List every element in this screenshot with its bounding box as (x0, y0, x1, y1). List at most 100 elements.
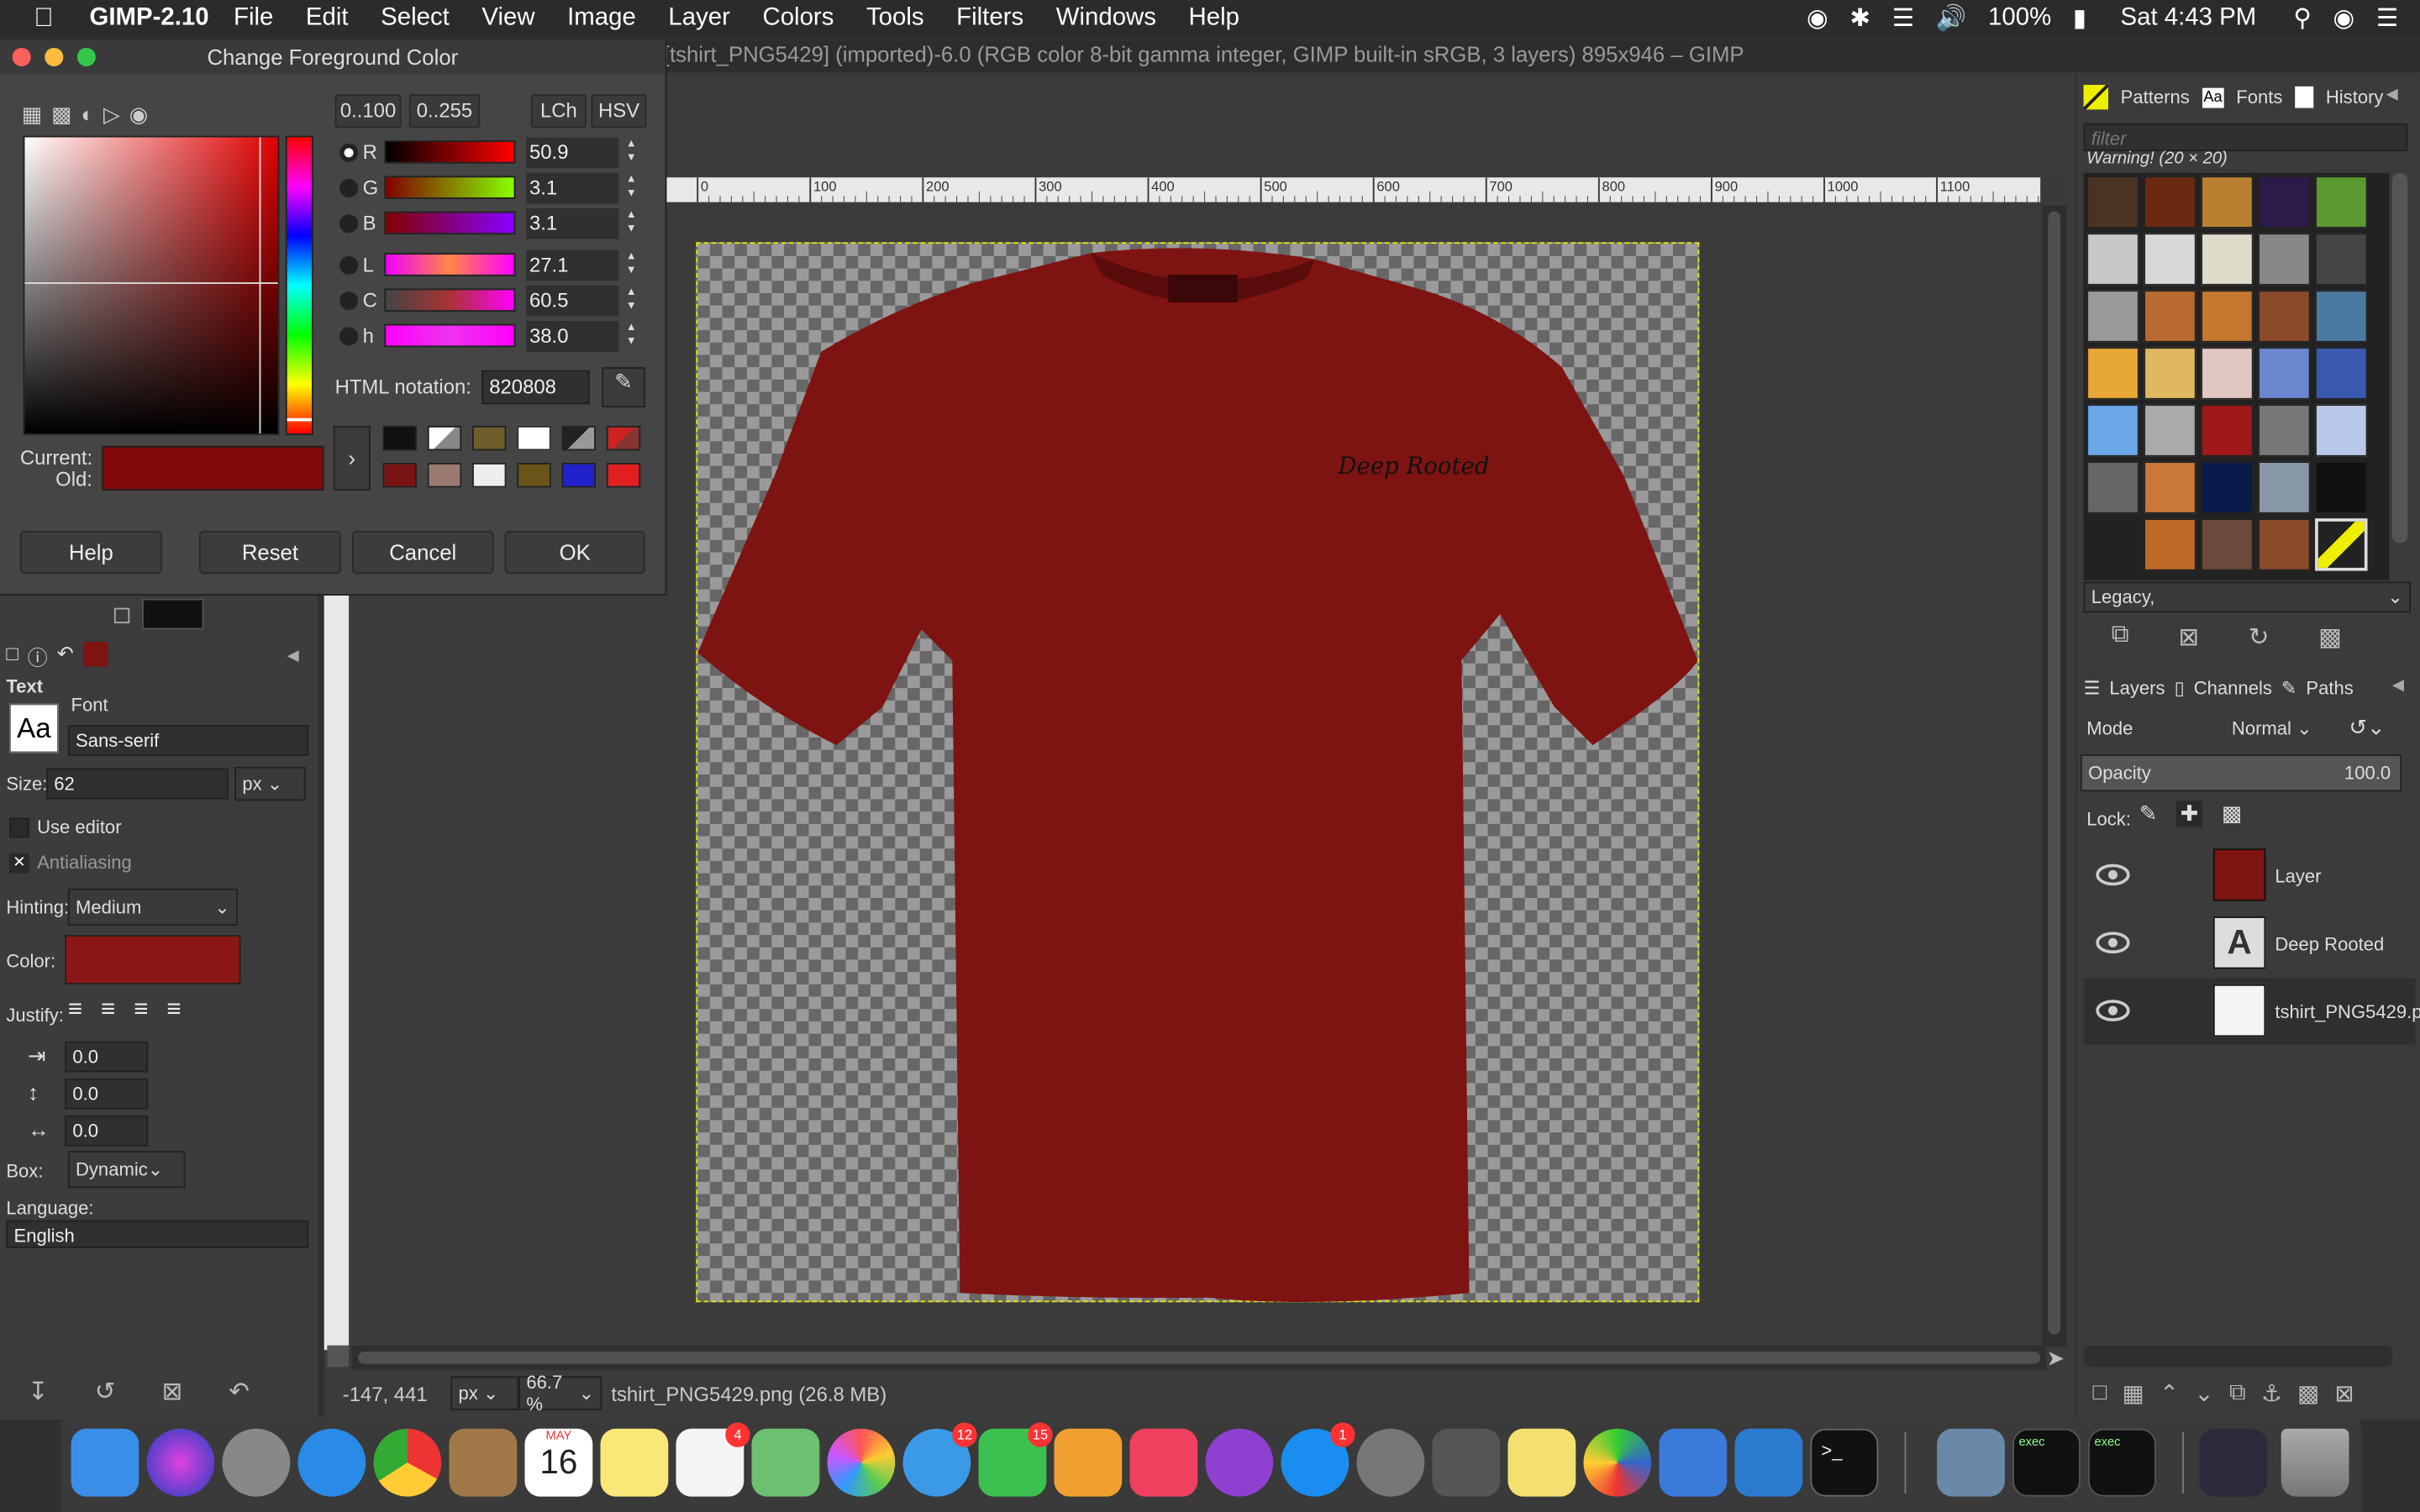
image-canvas[interactable]: Deep Rooted (696, 242, 1700, 1303)
add-to-history-button[interactable]: › (333, 425, 371, 491)
water-selector-icon[interactable]: ◐ (81, 102, 94, 133)
delete-options-icon[interactable]: ⊠ (162, 1376, 183, 1407)
pattern-swatch[interactable] (2201, 290, 2254, 343)
channels-tab-icon[interactable]: ▯ (2175, 677, 2185, 699)
pattern-swatch[interactable] (2086, 347, 2139, 400)
layers-hscrollbar[interactable] (2083, 1345, 2392, 1368)
duplicate-layer-icon[interactable]: ⧉ (2229, 1379, 2246, 1407)
dock-menu-icon[interactable]: ◀ (2386, 87, 2398, 103)
menu-edit[interactable]: Edit (306, 5, 349, 33)
justify-center-icon[interactable]: ≡ (134, 997, 166, 1023)
history-tab-icon[interactable] (2295, 86, 2314, 108)
layers-tab-icon[interactable]: ☰ (2084, 677, 2101, 699)
zoom-toggle-icon[interactable] (2041, 177, 2067, 202)
radio-l[interactable] (339, 255, 359, 275)
pattern-swatch[interactable] (2315, 461, 2368, 514)
shield-icon[interactable]: ◉ (1807, 3, 1828, 34)
range-0-100-button[interactable]: 0..100 (334, 94, 402, 129)
pattern-swatch[interactable] (2144, 176, 2196, 228)
horizontal-ruler[interactable]: 0 100 200 300 400 500 600 700 800 900 1000 1100 (666, 177, 2041, 202)
default-colors-icon[interactable] (113, 607, 130, 624)
pattern-swatch[interactable] (2086, 404, 2139, 457)
reminders-icon[interactable]: 4 (676, 1422, 750, 1497)
photos-icon[interactable] (827, 1428, 896, 1497)
tab-paths[interactable]: Paths (2306, 677, 2353, 699)
menu-select[interactable]: Select (381, 5, 450, 33)
ok-button[interactable]: OK (504, 530, 645, 575)
slider-l[interactable]: L 27.1 ▲ ▼ (336, 249, 644, 282)
terminal-icon[interactable]: >_ (1810, 1428, 1879, 1497)
pattern-swatch[interactable] (2315, 233, 2368, 286)
hinting-select[interactable]: Medium ⌄ (67, 888, 238, 927)
exec-window-2[interactable]: exec (2088, 1428, 2156, 1497)
downloads-stack-icon[interactable] (2199, 1428, 2268, 1497)
justify-right-icon[interactable]: ≡ (101, 997, 134, 1023)
calendar-icon[interactable]: MAY 16 (524, 1428, 593, 1497)
box-select[interactable]: Dynamic ⌄ (67, 1151, 186, 1189)
lock-pixels-icon[interactable]: ✎ (2139, 801, 2158, 827)
pages-icon[interactable] (1054, 1428, 1123, 1497)
exec-window-1[interactable]: exec (2012, 1428, 2081, 1497)
visibility-eye-icon[interactable] (2096, 995, 2130, 1026)
visibility-eye-icon[interactable] (2096, 859, 2130, 890)
pattern-swatch[interactable] (2201, 518, 2254, 571)
open-pattern-icon[interactable]: ▩ (2318, 622, 2342, 653)
opacity-slider[interactable]: Opacity 100.0 (2080, 754, 2402, 792)
siri-app-icon[interactable] (146, 1428, 215, 1497)
new-layer-icon[interactable]: □ (2093, 1379, 2107, 1407)
mode-select[interactable]: Normal ⌄ (2226, 711, 2334, 745)
gimp-selector-icon[interactable]: ▦ (22, 102, 42, 133)
palette-selector-icon[interactable]: ◉ (129, 102, 148, 133)
text-color-button[interactable] (65, 935, 241, 984)
system-preferences-icon[interactable] (1356, 1428, 1425, 1497)
messages-icon[interactable]: 12 (902, 1422, 977, 1497)
duplicate-pattern-icon[interactable]: ⧉ (2112, 622, 2129, 653)
layer-row[interactable]: A Deep Rooted (2084, 911, 2416, 977)
preview-window-icon[interactable] (1937, 1428, 2005, 1497)
cancel-button[interactable]: Cancel (351, 530, 494, 575)
menu-file[interactable]: File (234, 5, 273, 33)
history-swatch-2[interactable] (427, 425, 462, 451)
minimize-button[interactable] (45, 47, 64, 66)
music-icon[interactable] (1129, 1428, 1198, 1497)
radio-c[interactable] (339, 291, 359, 311)
hue-strip[interactable] (285, 135, 313, 435)
wheel-selector-icon[interactable]: ▷ (103, 102, 120, 133)
undo-history-tab-icon[interactable]: ↶ (57, 642, 74, 669)
pattern-swatch[interactable] (2086, 461, 2139, 514)
letter-spacing-field[interactable]: 0.0 (65, 1115, 149, 1147)
pattern-swatch[interactable] (2144, 233, 2196, 286)
zoom-button[interactable] (76, 47, 96, 66)
vertical-scrollbar[interactable] (2041, 205, 2067, 1347)
pattern-swatch[interactable] (2086, 233, 2139, 286)
tab-channels[interactable]: Channels (2194, 677, 2272, 699)
pattern-swatch-selected[interactable] (2315, 518, 2368, 571)
history-swatch-11[interactable] (561, 463, 596, 488)
history-swatch-5[interactable] (561, 425, 596, 451)
history-swatch-1[interactable] (382, 425, 417, 451)
gimp-icon[interactable] (1432, 1428, 1501, 1497)
mode-reset-icon[interactable]: ↺⌄ (2349, 714, 2386, 740)
pattern-swatch[interactable] (2201, 233, 2254, 286)
font-field[interactable]: Sans-serif (67, 725, 309, 756)
pattern-swatch[interactable] (2201, 461, 2254, 514)
battery-percent[interactable]: 100% (1988, 5, 2051, 33)
pattern-swatch[interactable] (2201, 176, 2254, 228)
panel-menu-icon[interactable]: ◀ (287, 648, 299, 664)
spotlight-icon[interactable]: ⚲ (2293, 3, 2312, 34)
size-field[interactable]: 62 (46, 768, 229, 800)
raise-layer-icon[interactable]: ⌃ (2160, 1379, 2179, 1407)
save-options-icon[interactable]: ↧ (28, 1376, 49, 1407)
lock-alpha-icon[interactable]: ▩ (2222, 801, 2242, 827)
color-picker-icon[interactable]: ✎ (602, 367, 645, 407)
tab-history[interactable]: History (2326, 87, 2384, 108)
tab-patterns[interactable]: Patterns (2121, 87, 2190, 108)
close-button[interactable] (12, 47, 31, 66)
menu-tools[interactable]: Tools (866, 5, 924, 33)
html-notation-field[interactable]: 820808 (481, 370, 590, 405)
slider-r[interactable]: R 50.9 ▲ ▼ (336, 136, 644, 170)
font-preview-icon[interactable]: Aa (9, 703, 59, 753)
maps-icon[interactable] (751, 1428, 820, 1497)
history-swatch-8[interactable] (427, 463, 462, 488)
delete-pattern-icon[interactable]: ⊠ (2178, 622, 2199, 653)
